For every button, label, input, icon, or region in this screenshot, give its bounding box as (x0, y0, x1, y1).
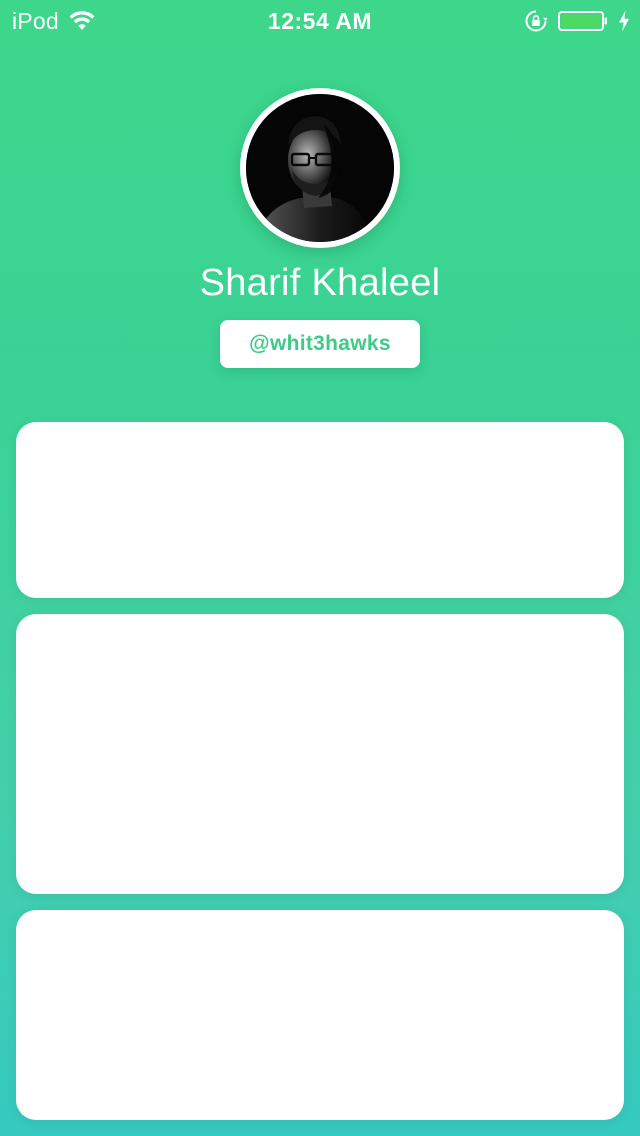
battery-icon (558, 11, 607, 31)
content-card[interactable] (16, 910, 624, 1120)
profile-name: Sharif Khaleel (199, 262, 441, 304)
content-card[interactable] (16, 614, 624, 894)
charging-bolt-icon (619, 10, 629, 32)
status-bar: iPod 12:54 AM (0, 0, 640, 40)
profile-photo (246, 94, 394, 242)
avatar-frame[interactable] (240, 88, 400, 248)
orientation-lock-icon (525, 10, 548, 32)
status-right (524, 8, 630, 34)
handle-button[interactable]: @whit3hawks (220, 320, 420, 368)
content-card[interactable] (16, 422, 624, 598)
avatar (246, 94, 394, 242)
